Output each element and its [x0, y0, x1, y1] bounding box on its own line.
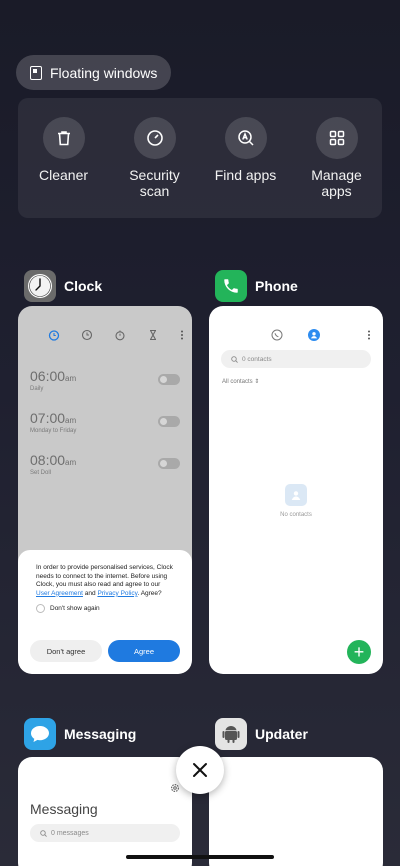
updater-app-header[interactable]: Updater: [215, 718, 308, 750]
consent-and: and: [84, 589, 96, 597]
alarm-ampm: am: [65, 458, 77, 467]
alarm-time: 06:00: [30, 368, 66, 384]
close-icon: [193, 763, 207, 777]
phone-tabs: [209, 328, 383, 342]
search-icon: [231, 355, 238, 363]
filter-chevron-icon: ⇕: [254, 379, 260, 385]
stopwatch-tab-icon[interactable]: [114, 328, 126, 346]
checkbox-circle-icon: [36, 604, 45, 614]
alarm-toggle[interactable]: [158, 416, 180, 427]
find-apps-button[interactable]: Find apps: [204, 117, 288, 218]
consent-tail: . Agree?: [137, 589, 162, 597]
alarm-time: 08:00: [30, 452, 66, 468]
contacts-search-input[interactable]: 0 contacts: [221, 350, 371, 368]
home-indicator[interactable]: [126, 855, 274, 859]
alarm-ampm: am: [65, 416, 77, 425]
contact-placeholder-icon: [285, 484, 307, 506]
clock-app-name: Clock: [64, 278, 103, 294]
contacts-filter-label: All contacts: [222, 379, 253, 385]
phone-app-name: Phone: [255, 278, 298, 294]
quick-tools-panel: Cleaner Security scan Find apps Manage a…: [18, 98, 382, 218]
alarm-row[interactable]: 07:00am Monday to Friday: [30, 410, 180, 434]
dont-show-again-label: Don't show again: [50, 605, 100, 613]
gear-icon[interactable]: [170, 780, 180, 798]
alarm-repeat: Set Doll: [30, 470, 52, 476]
phone-app-card[interactable]: 0 contacts All contacts ⇕ No contacts +: [209, 306, 383, 674]
plus-icon: +: [353, 642, 365, 662]
floating-window-icon: [30, 65, 42, 80]
cleaner-button[interactable]: Cleaner: [22, 117, 106, 218]
privacy-policy-link[interactable]: Privacy Policy: [97, 590, 137, 597]
alarm-ampm: am: [65, 374, 77, 383]
alarm-time: 07:00: [30, 410, 66, 426]
clock-app-card[interactable]: 06:00am Daily 07:00am Monday to Friday 0…: [18, 306, 192, 674]
find-apps-icon: [224, 117, 267, 159]
more-options-icon[interactable]: [367, 328, 371, 346]
clock-tabs: [48, 328, 184, 346]
trash-icon: [42, 117, 85, 159]
consent-text: In order to provide personalised service…: [36, 564, 174, 598]
agree-button[interactable]: Agree: [108, 640, 180, 662]
dont-show-again-checkbox[interactable]: Don't show again: [36, 604, 174, 614]
contacts-filter[interactable]: All contacts ⇕: [222, 378, 259, 385]
messaging-app-name: Messaging: [64, 726, 137, 742]
more-options-icon[interactable]: [180, 328, 184, 346]
messages-search-input[interactable]: 0 messages: [30, 824, 180, 842]
alarm-toggle[interactable]: [158, 374, 180, 385]
security-scan-button[interactable]: Security scan: [113, 117, 197, 218]
find-apps-label: Find apps: [214, 167, 277, 183]
alarm-row[interactable]: 06:00am Daily: [30, 368, 180, 392]
phone-app-header[interactable]: Phone: [215, 270, 298, 302]
world-clock-tab-icon[interactable]: [81, 328, 93, 346]
floating-windows-button[interactable]: Floating windows: [16, 55, 172, 90]
consent-body: In order to provide personalised service…: [36, 564, 173, 589]
user-agreement-link[interactable]: User Agreement: [36, 590, 83, 597]
security-gauge-icon: [133, 117, 176, 159]
messaging-app-header[interactable]: Messaging: [24, 718, 136, 750]
clock-app-header[interactable]: Clock: [24, 270, 102, 302]
messages-search-placeholder: 0 messages: [51, 829, 89, 837]
timer-tab-icon[interactable]: [147, 328, 159, 346]
phone-app-icon: [215, 270, 247, 302]
cleaner-label: Cleaner: [38, 167, 89, 183]
add-contact-button[interactable]: +: [347, 640, 371, 664]
clock-app-icon: [24, 270, 56, 302]
consent-dialog: In order to provide personalised service…: [18, 550, 192, 674]
security-scan-label: Security scan: [129, 167, 180, 199]
no-contacts-label: No contacts: [280, 512, 312, 518]
updater-app-icon: [215, 718, 247, 750]
recents-tab-icon[interactable]: [271, 328, 283, 346]
floating-windows-label: Floating windows: [50, 64, 158, 81]
updater-app-name: Updater: [255, 726, 308, 742]
manage-apps-label: Manage apps: [311, 167, 362, 199]
contacts-tab-icon[interactable]: [308, 328, 320, 346]
dont-agree-button[interactable]: Don't agree: [30, 640, 102, 662]
manage-apps-button[interactable]: Manage apps: [295, 117, 379, 218]
empty-contacts-state: No contacts: [209, 484, 383, 518]
alarm-row[interactable]: 08:00am Set Doll: [30, 452, 180, 476]
updater-app-card[interactable]: [209, 757, 383, 866]
messaging-app-card[interactable]: Messaging 0 messages: [18, 757, 192, 866]
grid-icon: [315, 117, 358, 159]
alarm-tab-icon[interactable]: [48, 328, 60, 346]
clear-all-button[interactable]: [176, 746, 224, 794]
search-icon: [40, 829, 47, 837]
messaging-title: Messaging: [30, 801, 98, 817]
alarm-repeat: Daily: [30, 386, 44, 392]
contacts-search-placeholder: 0 contacts: [242, 355, 272, 363]
alarm-repeat: Monday to Friday: [30, 428, 77, 434]
messaging-app-icon: [24, 718, 56, 750]
alarm-toggle[interactable]: [158, 458, 180, 469]
